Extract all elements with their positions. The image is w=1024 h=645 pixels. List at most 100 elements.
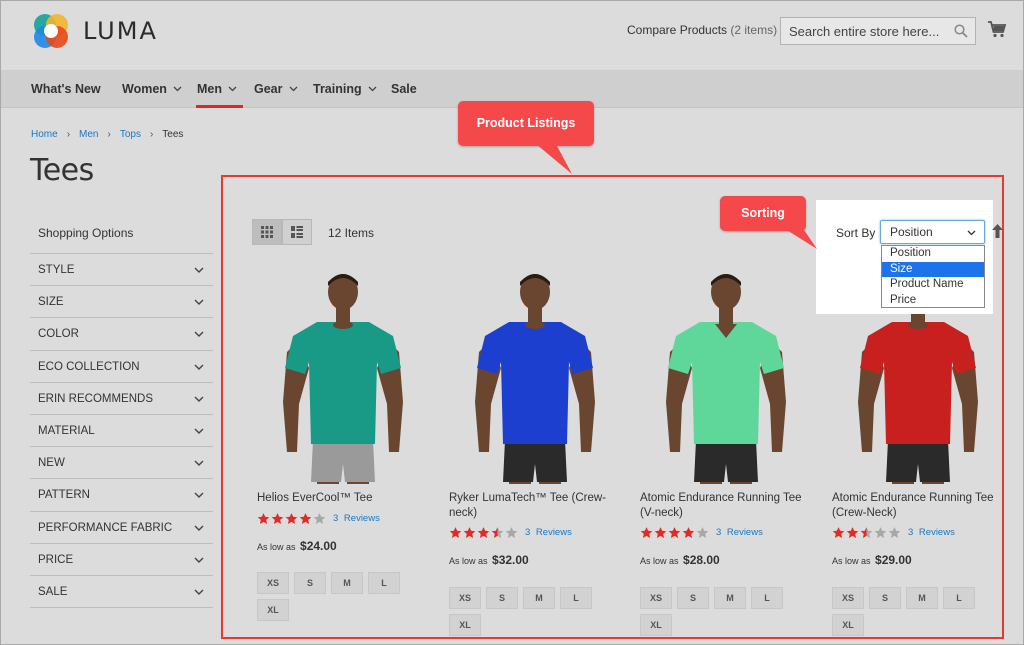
- product-price: As low as $24.00: [257, 539, 337, 553]
- size-option[interactable]: XL: [832, 614, 864, 636]
- search-icon[interactable]: [954, 24, 968, 38]
- product-name-link[interactable]: Atomic Endurance Running Tee (V-neck): [640, 491, 810, 520]
- star-icon: [874, 527, 887, 538]
- product-photo[interactable]: [449, 272, 621, 484]
- product-name-link[interactable]: Atomic Endurance Running Tee (Crew-Neck): [832, 491, 1002, 520]
- breadcrumb-tops[interactable]: Tops: [120, 129, 141, 140]
- nav-item-training[interactable]: Training: [313, 70, 377, 108]
- callout-label: Product Listings: [476, 116, 576, 130]
- size-option[interactable]: M: [714, 587, 746, 609]
- size-swatches: XS S M L XL: [449, 587, 609, 636]
- product-photo[interactable]: [640, 272, 812, 484]
- size-option[interactable]: XL: [640, 614, 672, 636]
- star-icon: [449, 527, 462, 538]
- star-icon: [299, 513, 312, 524]
- search-input[interactable]: [781, 18, 941, 44]
- product-photo[interactable]: [257, 272, 429, 484]
- nav-label: Training: [313, 82, 362, 96]
- sort-option-size[interactable]: Size: [882, 261, 984, 277]
- breadcrumb-current: Tees: [162, 129, 184, 140]
- sort-by-select[interactable]: Position: [880, 220, 985, 244]
- size-option[interactable]: L: [751, 587, 783, 609]
- grid-icon: [261, 226, 273, 238]
- size-option[interactable]: S: [677, 587, 709, 609]
- list-view-button[interactable]: [282, 219, 312, 245]
- size-option[interactable]: XL: [449, 614, 481, 636]
- nav-item-whats-new[interactable]: What's New: [31, 70, 101, 108]
- reviews-link[interactable]: 3 Reviews: [908, 527, 955, 538]
- chevron-down-icon: [194, 460, 204, 467]
- price-prefix: As low as: [257, 542, 296, 552]
- filter-sale[interactable]: SALE: [30, 576, 213, 609]
- sort-option-position[interactable]: Position: [882, 246, 984, 262]
- chevron-down-icon: [289, 86, 297, 92]
- size-option[interactable]: M: [331, 572, 363, 594]
- star-icon: [888, 527, 901, 538]
- chevron-down-icon: [368, 86, 377, 92]
- compare-products-link[interactable]: Compare Products (2 items): [627, 23, 777, 37]
- store-logo[interactable]: LUMA: [31, 11, 158, 51]
- size-option[interactable]: M: [523, 587, 555, 609]
- filter-material[interactable]: MATERIAL: [30, 415, 213, 448]
- chevron-down-icon: [228, 86, 237, 92]
- star-icon: [271, 513, 284, 524]
- breadcrumb: Home › Men › Tops › Tees: [31, 129, 183, 140]
- chevron-down-icon: [194, 299, 204, 306]
- size-option[interactable]: XS: [449, 587, 481, 609]
- filter-label: COLOR: [38, 328, 79, 341]
- sort-by-label: Sort By: [836, 226, 876, 240]
- product-name-link[interactable]: Ryker LumaTech™ Tee (Crew-neck): [449, 491, 619, 520]
- sort-option-price[interactable]: Price: [882, 293, 984, 309]
- size-option[interactable]: XS: [640, 587, 672, 609]
- filter-eco-collection[interactable]: ECO COLLECTION: [30, 351, 213, 383]
- filter-size[interactable]: SIZE: [30, 286, 213, 319]
- nav-item-gear[interactable]: Gear: [254, 70, 298, 108]
- filter-performance-fabric[interactable]: PERFORMANCE FABRIC: [30, 512, 213, 544]
- rating-stars: [449, 526, 519, 539]
- size-option[interactable]: XS: [832, 587, 864, 609]
- nav-item-men[interactable]: Men: [196, 70, 243, 108]
- price-value: $29.00: [875, 553, 912, 567]
- size-option[interactable]: S: [294, 572, 326, 594]
- sort-option-product-name[interactable]: Product Name: [882, 277, 984, 293]
- filter-erin-recommends[interactable]: ERIN RECOMMENDS: [30, 383, 213, 415]
- items-count: 12 Items: [328, 226, 375, 240]
- star-icon: [257, 513, 270, 524]
- reviews-link[interactable]: 3 Reviews: [525, 527, 572, 538]
- star-icon: [285, 513, 298, 524]
- filter-label: PATTERN: [38, 489, 90, 502]
- filter-style[interactable]: STYLE: [30, 254, 213, 287]
- reviews-link[interactable]: 3 Reviews: [333, 513, 380, 524]
- filter-new[interactable]: NEW: [30, 447, 213, 480]
- sort-direction-arrow-icon[interactable]: [992, 224, 1003, 238]
- size-option[interactable]: M: [906, 587, 938, 609]
- size-option[interactable]: S: [486, 587, 518, 609]
- star-icon: [860, 527, 873, 538]
- breadcrumb-home[interactable]: Home: [31, 129, 58, 140]
- cart-icon[interactable]: [987, 19, 1007, 39]
- size-option[interactable]: L: [368, 572, 400, 594]
- grid-view-button[interactable]: [252, 219, 282, 245]
- product-price: As low as $28.00: [640, 553, 720, 567]
- nav-label: Sale: [391, 82, 417, 96]
- chevron-down-icon: [194, 557, 204, 563]
- nav-item-sale[interactable]: Sale: [391, 70, 417, 108]
- size-option[interactable]: XL: [257, 599, 289, 621]
- breadcrumb-men[interactable]: Men: [79, 129, 98, 140]
- chevron-down-icon: [194, 428, 204, 434]
- size-option[interactable]: L: [560, 587, 592, 609]
- size-option[interactable]: XS: [257, 572, 289, 594]
- filter-pattern[interactable]: PATTERN: [30, 479, 213, 512]
- nav-item-women[interactable]: Women: [122, 70, 182, 108]
- reviews-link[interactable]: 3 Reviews: [716, 527, 763, 538]
- size-option[interactable]: L: [943, 587, 975, 609]
- star-icon: [696, 527, 709, 538]
- size-option[interactable]: S: [869, 587, 901, 609]
- product-name-link[interactable]: Helios EverCool™ Tee: [257, 491, 427, 506]
- sort-options-list: Position Size Product Name Price: [881, 245, 985, 308]
- filter-color[interactable]: COLOR: [30, 318, 213, 351]
- price-prefix: As low as: [449, 556, 488, 566]
- star-icon: [668, 527, 681, 538]
- filter-price[interactable]: PRICE: [30, 544, 213, 576]
- price-value: $32.00: [492, 553, 529, 567]
